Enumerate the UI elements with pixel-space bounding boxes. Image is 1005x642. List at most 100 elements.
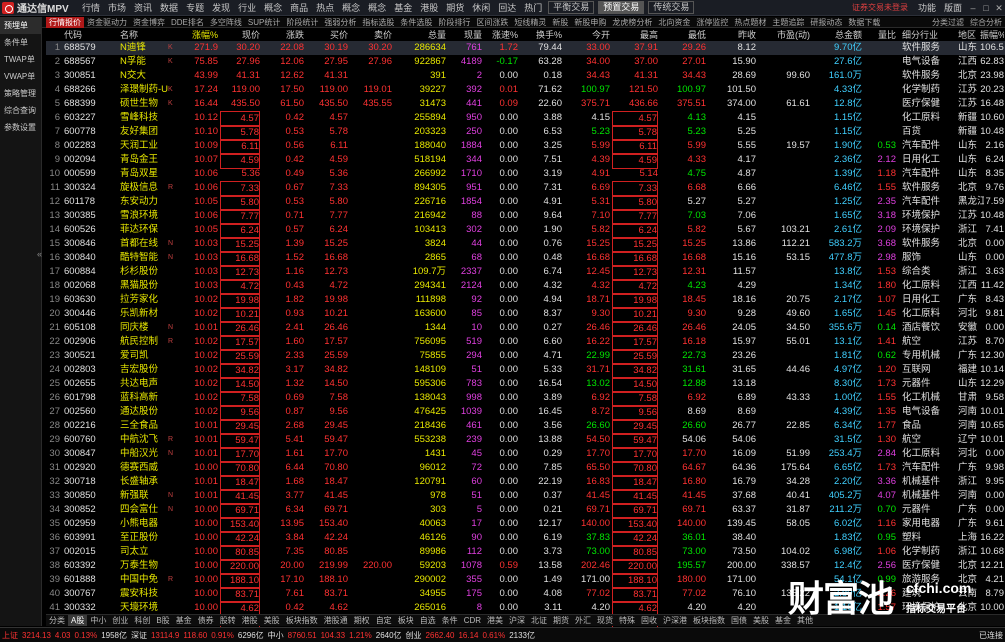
func-button[interactable]: 功能 <box>914 1 940 14</box>
market-tab-5[interactable]: B股 <box>153 615 172 626</box>
table-row[interactable]: 37 002015 司太立 10.00 80.85 7.35 80.85 89986 112 0.… <box>46 545 1005 561</box>
col-header-9[interactable]: 现量 <box>448 29 482 41</box>
col-header-17[interactable]: 总金额 <box>812 29 862 41</box>
market-tab-29[interactable]: 国债 <box>728 615 750 626</box>
menu-item-18[interactable]: 平衡交易 <box>548 1 595 14</box>
market-tab-4[interactable]: 科创 <box>131 615 153 626</box>
col-header-16[interactable]: 市盈(动) <box>758 29 810 41</box>
col-header-13[interactable]: 最高 <box>612 29 658 41</box>
menu-item-16[interactable]: 回达 <box>494 0 520 16</box>
table-row[interactable]: 33 300850 新强联 10.01 41.45 3.77 41.45 978 51 0.00 0… <box>46 489 1005 505</box>
table-row[interactable]: 22 002906 航民控制 10.02 17.57 1.60 17.57 756095 519… <box>46 335 1005 351</box>
table-row[interactable]: 5 688399 硕世生物 16.44 435.50 61.50 435.50 435.55 3… <box>46 97 1005 111</box>
col-header-12[interactable]: 今开 <box>564 29 610 41</box>
table-row[interactable]: 34 300852 四会富仕 10.00 69.71 6.34 69.71 303 5 0.00 0… <box>46 503 1005 519</box>
market-tab-8[interactable]: 股转 <box>217 615 239 626</box>
table-row[interactable]: 15 300846 首都在线 10.03 15.25 1.39 15.25 3824 44 0.0… <box>46 237 1005 253</box>
market-tab-26[interactable]: 固收 <box>638 615 660 626</box>
menu-item-13[interactable]: 港股 <box>416 0 442 16</box>
table-row[interactable]: 21 605108 同庆楼 10.01 26.46 2.41 26.46 1344 10 0.00… <box>46 321 1005 337</box>
table-row[interactable]: 7 600778 友好集团 10.10 5.78 0.53 5.78 203323 250 0.0… <box>46 125 1005 141</box>
close-icon[interactable]: ✕ <box>993 2 1005 14</box>
table-row[interactable]: 9 002094 青岛金王 10.07 4.59 0.42 4.59 518194 344 0.0… <box>46 153 1005 169</box>
table-row[interactable]: 8 002283 天润工业 10.09 6.11 0.56 6.11 188040 1884 0.… <box>46 139 1005 155</box>
market-tab-0[interactable]: 分类 <box>46 615 68 626</box>
tab-16[interactable]: 北向资金 <box>655 17 693 28</box>
col-header-10[interactable]: 涨速% <box>484 29 518 41</box>
tab-6[interactable]: 阶段统计 <box>283 17 321 28</box>
tab-12[interactable]: 短线精灵 <box>511 17 549 28</box>
col-header-6[interactable]: 买价 <box>306 29 348 41</box>
minimize-icon[interactable]: – <box>967 2 979 14</box>
sidebar-item-5[interactable]: 综合查询 <box>0 102 41 119</box>
table-row[interactable]: 11 300324 旋极信息 10.06 7.33 0.67 7.33 894305 951 0.… <box>46 181 1005 197</box>
tab-8[interactable]: 指标选股 <box>359 17 397 28</box>
tab-1[interactable]: 资金驱动力 <box>84 17 130 28</box>
tab-9[interactable]: 条件选股 <box>397 17 435 28</box>
tab-19[interactable]: 主题追踪 <box>769 17 807 28</box>
table-row[interactable]: 36 603991 至正股份 10.00 42.24 3.84 42.24 46126 90 0.… <box>46 531 1005 547</box>
tab-0[interactable]: 行情报价 <box>46 16 84 28</box>
table-row[interactable]: 17 600884 杉杉股份 10.03 12.73 1.16 12.73 109.7万 233… <box>46 265 1005 281</box>
col-header-7[interactable]: 卖价 <box>350 29 392 41</box>
market-tab-17[interactable]: 条件 <box>439 615 461 626</box>
market-tab-2[interactable]: 中小 <box>87 615 109 626</box>
table-row[interactable]: 32 300718 长盛轴承 10.01 18.47 1.68 18.47 120791 60 0… <box>46 475 1005 491</box>
col-header-18[interactable]: 量比 <box>864 29 896 41</box>
market-tab-16[interactable]: 自选 <box>417 615 439 626</box>
market-tab-6[interactable]: 基金 <box>173 615 195 626</box>
tab-15[interactable]: 龙虎榜分析 <box>609 17 655 28</box>
collapse-icon[interactable]: « <box>37 249 42 259</box>
trade-login-notice[interactable]: 证券交易未登录 <box>852 2 908 13</box>
tab-right-1[interactable]: 综合分析 <box>967 17 1005 28</box>
table-row[interactable]: 19 603630 拉芳家化 10.02 19.98 1.82 19.98 111898 92 0… <box>46 293 1005 309</box>
col-header-15[interactable]: 昨收 <box>708 29 756 41</box>
col-header-11[interactable]: 换手% <box>520 29 562 41</box>
table-row[interactable]: 29 600760 中航沈飞 10.01 59.47 5.41 59.47 553238 239… <box>46 433 1005 449</box>
menu-item-11[interactable]: 概念 <box>364 0 390 16</box>
sidebar-item-3[interactable]: VWAP单 <box>0 68 41 85</box>
market-tab-27[interactable]: 沪深港 <box>660 615 690 626</box>
tab-17[interactable]: 涨停监控 <box>693 17 731 28</box>
market-tab-7[interactable]: 债券 <box>195 615 217 626</box>
table-row[interactable]: 12 601178 东安动力 10.05 5.80 0.53 5.80 226716 1854 0… <box>46 195 1005 211</box>
menu-item-6[interactable]: 行业 <box>234 0 260 16</box>
sidebar-item-6[interactable]: 参数设置 <box>0 119 41 136</box>
menu-item-9[interactable]: 热点 <box>312 0 338 16</box>
table-row[interactable]: 24 002803 吉宏股份 10.02 34.82 3.17 34.82 148109 51 0… <box>46 363 1005 379</box>
market-tab-13[interactable]: 期权 <box>351 615 373 626</box>
table-row[interactable]: 35 002959 小熊电器 10.00 153.40 13.95 153.40 40063 1… <box>46 517 1005 533</box>
table-row[interactable]: 14 600526 菲达环保 10.05 6.24 0.57 6.24 103413 302 0.… <box>46 223 1005 239</box>
market-tab-1[interactable]: A股 <box>68 615 88 626</box>
market-tab-12[interactable]: 港股通 <box>321 615 351 626</box>
table-row[interactable]: 2 688567 N孚能 75.85 27.96 12.06 27.95 27.96 92286… <box>46 55 1005 69</box>
tab-4[interactable]: 多空阵线 <box>207 17 245 28</box>
menu-item-20[interactable]: 传统交易 <box>648 1 695 14</box>
tab-7[interactable]: 强弱分析 <box>321 17 359 28</box>
col-header-19[interactable]: 细分行业 <box>902 29 956 41</box>
menu-item-7[interactable]: 概念 <box>260 0 286 16</box>
tab-10[interactable]: 阶段排行 <box>435 17 473 28</box>
table-row[interactable]: 3 300851 N交大 43.99 41.31 12.62 41.31 391 2 0.00 0.… <box>46 69 1005 83</box>
table-row[interactable]: 18 002068 黑猫股份 10.03 4.72 0.43 4.72 294341 2124 0… <box>46 279 1005 295</box>
sidebar-item-4[interactable]: 策略管理 <box>0 85 41 102</box>
menu-item-17[interactable]: 热门 <box>520 0 546 16</box>
market-tab-23[interactable]: 外汇 <box>572 615 594 626</box>
tab-21[interactable]: 数据下载 <box>845 17 883 28</box>
table-row[interactable]: 26 601798 蓝科高新 10.02 7.58 0.69 7.58 138043 998 0.… <box>46 391 1005 407</box>
menu-item-10[interactable]: 概念 <box>338 0 364 16</box>
market-tab-20[interactable]: 沪深 <box>506 615 528 626</box>
sidebar-item-0[interactable]: 预埋单 <box>0 17 41 34</box>
table-row[interactable]: 20 300446 乐凯新材 10.02 10.21 0.93 10.21 163600 85 0… <box>46 307 1005 323</box>
col-header-1[interactable]: 代码 <box>64 29 116 41</box>
tab-13[interactable]: 新股 <box>549 17 571 28</box>
table-row[interactable]: 28 002216 三全食品 10.01 29.45 2.68 29.45 218436 461… <box>46 419 1005 435</box>
table-row[interactable]: 13 300385 雪浪环境 10.06 7.77 0.71 7.77 216942 88 0.0… <box>46 209 1005 225</box>
table-row[interactable]: 25 002655 共达电声 10.02 14.50 1.32 14.50 595306 783… <box>46 377 1005 393</box>
version-button[interactable]: 版面 <box>940 1 966 14</box>
tab-right-0[interactable]: 分类过滤 <box>929 17 967 28</box>
table-row[interactable]: 6 603227 雪峰科技 10.12 4.57 0.42 4.57 255894 950 0.0… <box>46 111 1005 127</box>
tab-5[interactable]: SUP统计 <box>245 17 283 28</box>
market-tab-18[interactable]: CDR <box>461 615 484 626</box>
menu-item-14[interactable]: 期货 <box>442 0 468 16</box>
